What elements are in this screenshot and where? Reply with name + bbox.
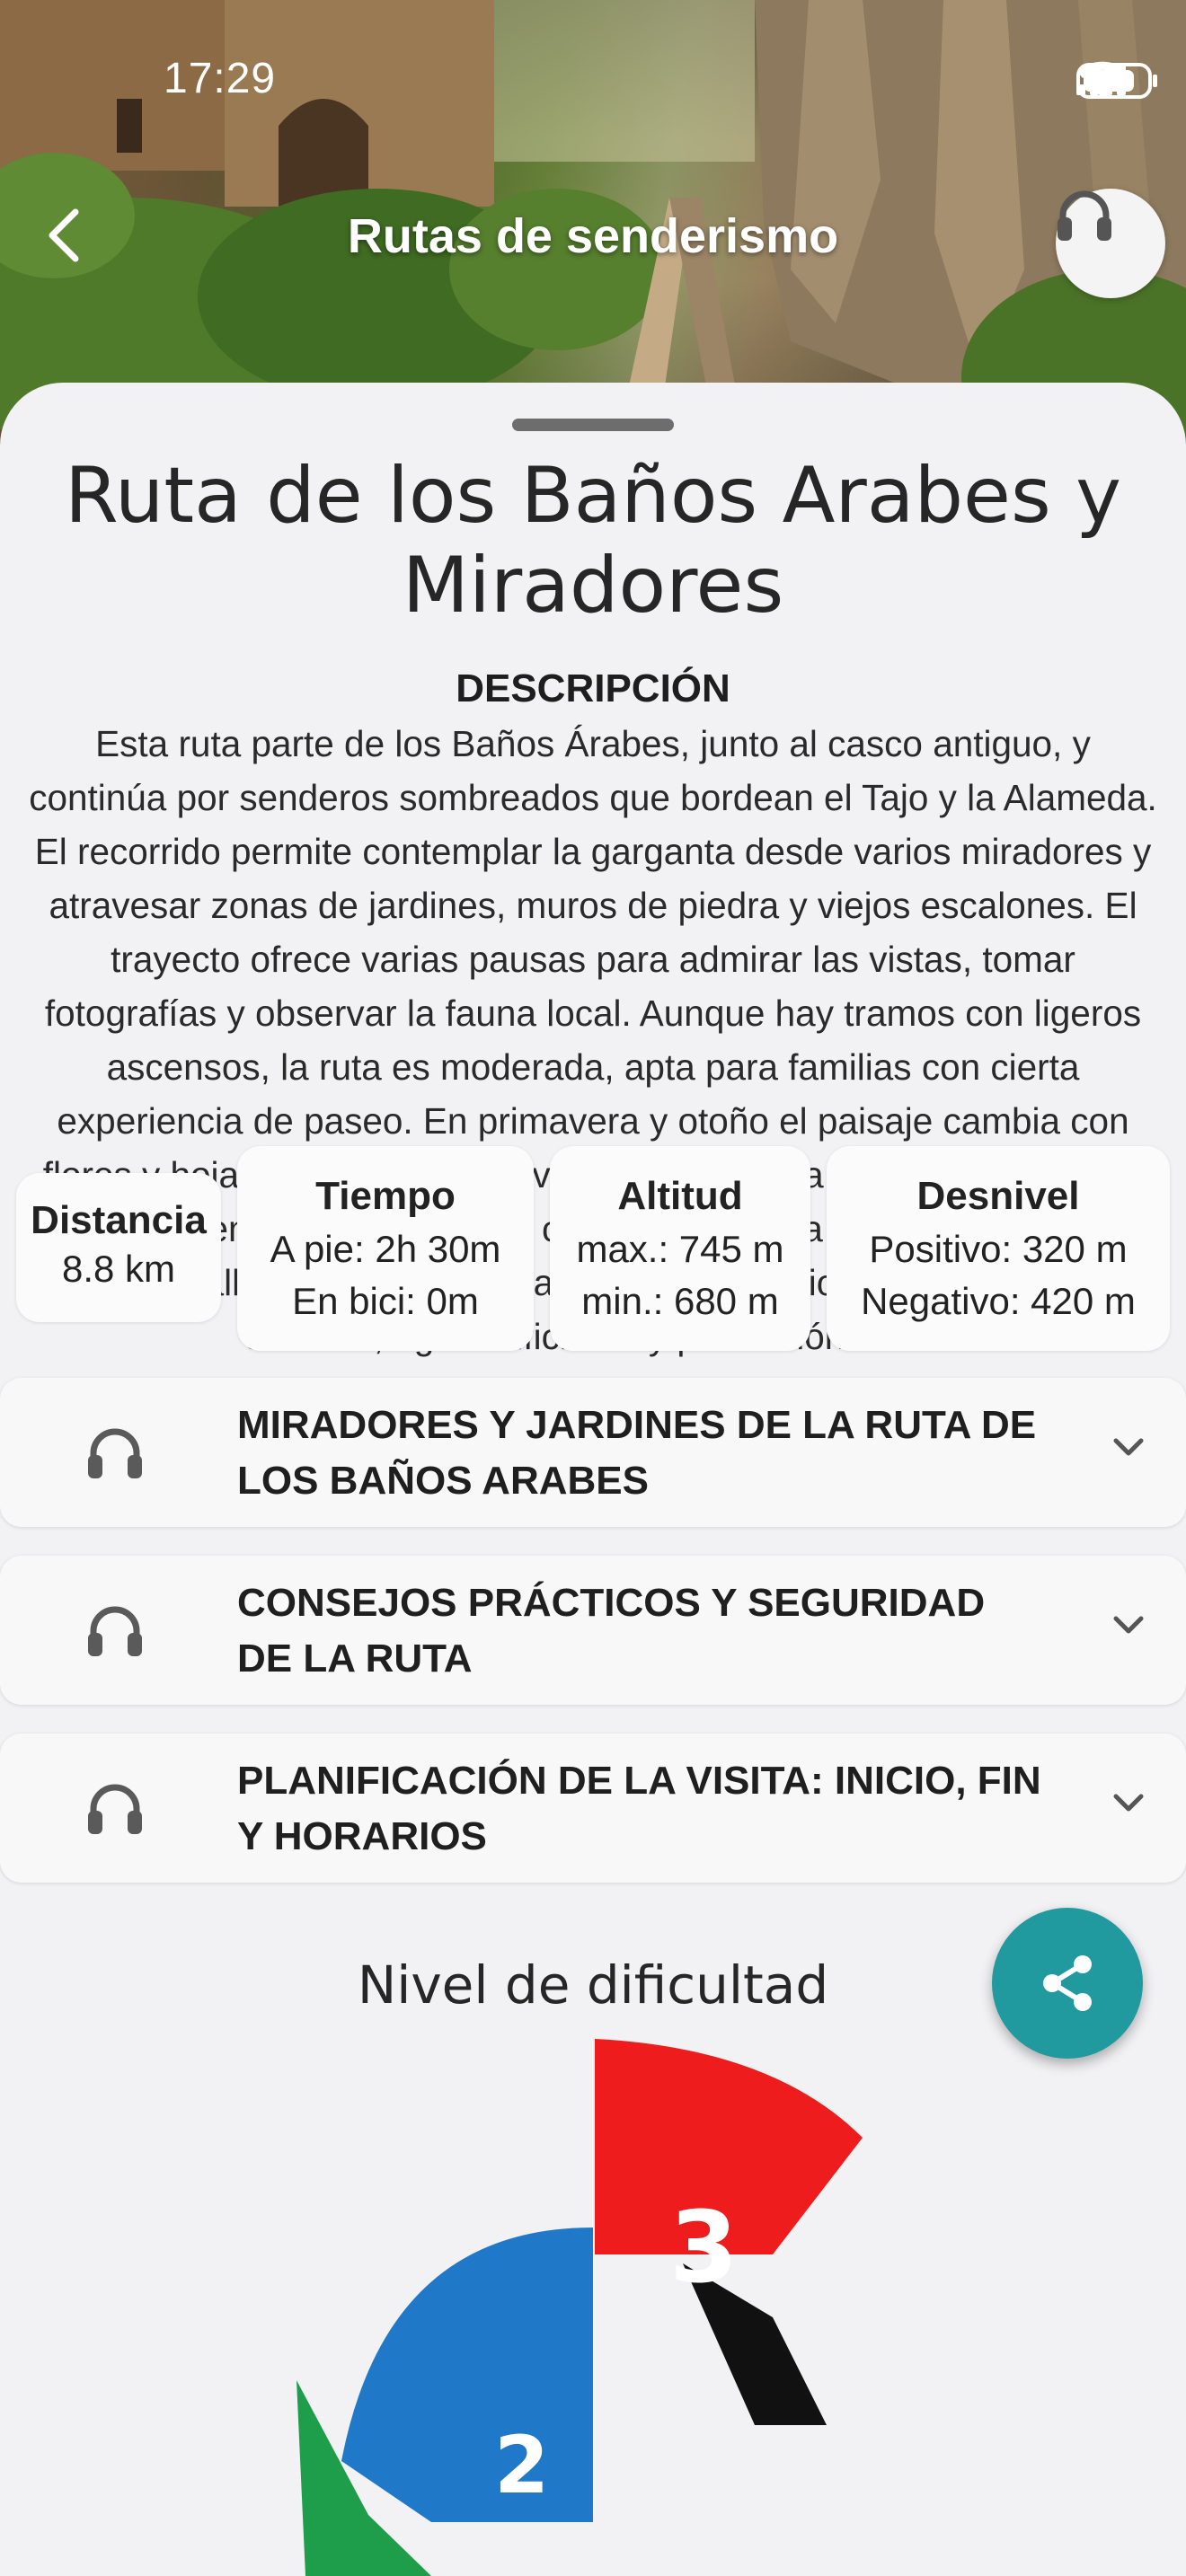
gauge-segment-blue (341, 2228, 593, 2522)
stat-time: Tiempo A pie: 2h 30m En bici: 0m (237, 1146, 534, 1351)
status-time: 17:29 (164, 55, 277, 102)
stat-time-bike: En bici: 0m (292, 1280, 479, 1322)
gauge-label-2: 2 (494, 2419, 549, 2511)
audio-button[interactable] (1056, 189, 1165, 298)
route-title: Ruta de los Baños Arabes y Miradores (64, 451, 1122, 631)
sheet-drag-handle[interactable] (512, 419, 674, 431)
stat-elevation: Desnivel Positivo: 320 m Negativo: 420 m (827, 1146, 1170, 1351)
section-label: MIRADORES Y JARDINES DE LA RUTA DE LOS B… (237, 1403, 1037, 1503)
section-label: PLANIFICACIÓN DE LA VISITA: INICIO, FIN … (237, 1759, 1041, 1858)
stat-altitude-max: max.: 745 m (576, 1228, 784, 1270)
section-label: CONSEJOS PRÁCTICOS Y SEGURIDAD DE LA RUT… (237, 1581, 986, 1681)
headphones-icon (88, 1428, 142, 1478)
difficulty-gauge: 2 3 (296, 2039, 863, 2576)
stat-time-label: Tiempo (315, 1174, 456, 1218)
stat-altitude-min: min.: 680 m (581, 1280, 779, 1322)
battery-icon (1076, 63, 1157, 99)
chevron-down-icon[interactable] (1111, 1791, 1146, 1814)
stat-elevation-positive: Positivo: 320 m (869, 1228, 1128, 1270)
section-accordion-consejos[interactable]: CONSEJOS PRÁCTICOS Y SEGURIDAD DE LA RUT… (0, 1556, 1186, 1705)
stat-altitude-label: Altitud (617, 1174, 743, 1218)
share-button[interactable] (992, 1908, 1143, 2059)
headphones-icon (1058, 190, 1111, 241)
chevron-down-icon[interactable] (1111, 1435, 1146, 1459)
stat-altitude: Altitud max.: 745 m min.: 680 m (550, 1146, 810, 1351)
headphones-icon (88, 1606, 142, 1656)
chevron-down-icon[interactable] (1111, 1613, 1146, 1636)
gauge-label-3: 3 (669, 2190, 739, 2305)
stat-elevation-negative: Negativo: 420 m (861, 1280, 1136, 1322)
stat-distance-label: Distancia (31, 1198, 207, 1242)
stat-elevation-label: Desnivel (916, 1174, 1080, 1218)
section-accordion-miradores[interactable]: MIRADORES Y JARDINES DE LA RUTA DE LOS B… (0, 1378, 1186, 1527)
stat-distance-value: 8.8 km (61, 1248, 176, 1290)
share-icon (1043, 1955, 1092, 2011)
stat-distance: Distancia 8.8 km (16, 1173, 221, 1322)
section-accordion-planificacion[interactable]: PLANIFICACIÓN DE LA VISITA: INICIO, FIN … (0, 1734, 1186, 1883)
header-title: Rutas de senderismo (347, 209, 839, 263)
stat-time-walk: A pie: 2h 30m (270, 1228, 501, 1270)
headphones-icon (88, 1784, 142, 1834)
description-heading: DESCRIPCIÓN (456, 666, 730, 710)
